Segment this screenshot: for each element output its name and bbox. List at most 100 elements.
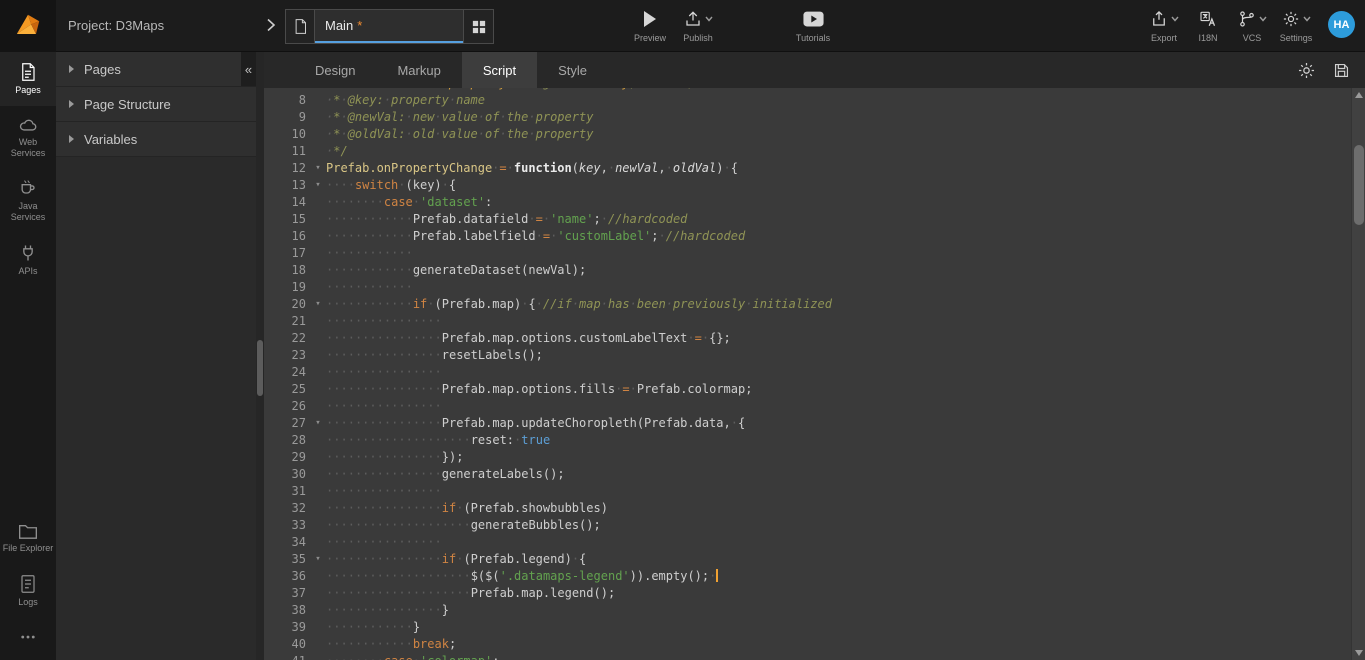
- code-line-26[interactable]: 26················: [264, 398, 1351, 415]
- file-explorer-icon: [18, 523, 38, 540]
- code-line-30[interactable]: 30················generateLabels();: [264, 466, 1351, 483]
- fold-arrow-icon[interactable]: ▾: [310, 177, 326, 194]
- code-line-22[interactable]: 22················Prefab.map.options.cus…: [264, 330, 1351, 347]
- code-line-35[interactable]: 35▾················if·(Prefab.legend)·{: [264, 551, 1351, 568]
- code-line-18[interactable]: 18············generateDataset(newVal);: [264, 262, 1351, 279]
- code-line-10[interactable]: 10·*·@oldVal:·old·value·of·the·property: [264, 126, 1351, 143]
- code-line-14[interactable]: 14········case·'dataset':: [264, 194, 1351, 211]
- code-text: ·*·@oldVal:·old·value·of·the·property: [326, 126, 593, 143]
- rail-item-web-services[interactable]: Web Services: [0, 106, 56, 169]
- tab-design[interactable]: Design: [294, 52, 376, 88]
- code-line-25[interactable]: 25················Prefab.map.options.fil…: [264, 381, 1351, 398]
- code-line-17[interactable]: 17············: [264, 245, 1351, 262]
- line-number: 21: [264, 313, 310, 330]
- page-file-icon[interactable]: [286, 10, 315, 43]
- code-text: ············Prefab.datafield·=·'name';·/…: [326, 211, 687, 228]
- editor-scrollbar-thumb[interactable]: [1354, 145, 1364, 225]
- code-line-8[interactable]: 8·*·@key:·property·name: [264, 92, 1351, 109]
- panel-section-page-structure[interactable]: Page Structure: [56, 87, 256, 122]
- line-number: 24: [264, 364, 310, 381]
- script-code-editor[interactable]: 7·*·called·when·a·property·changes·with·…: [264, 88, 1365, 660]
- code-line-16[interactable]: 16············Prefab.labelfield·=·'custo…: [264, 228, 1351, 245]
- tutorials-button[interactable]: Tutorials: [793, 8, 833, 43]
- dashboard-grid-icon[interactable]: [463, 10, 493, 43]
- rail-item-pages[interactable]: Pages: [0, 52, 56, 106]
- tab-script[interactable]: Script: [462, 52, 537, 88]
- fold-gutter-spacer: [310, 432, 326, 449]
- code-text: ················: [326, 534, 442, 551]
- code-line-38[interactable]: 38················}: [264, 602, 1351, 619]
- doc-tab-main[interactable]: Main *: [315, 10, 463, 43]
- tab-style[interactable]: Style: [537, 52, 608, 88]
- code-line-15[interactable]: 15············Prefab.datafield·=·'name';…: [264, 211, 1351, 228]
- fold-arrow-icon[interactable]: ▾: [310, 415, 326, 432]
- fold-gutter-spacer: [310, 381, 326, 398]
- scroll-down-arrow-icon[interactable]: [1355, 650, 1363, 656]
- vcs-button[interactable]: VCS: [1232, 8, 1272, 43]
- code-text: ····················$($('.datamaps-legen…: [326, 568, 718, 585]
- panel-section-pages[interactable]: Pages «: [56, 52, 256, 87]
- code-text: ····················generateBubbles();: [326, 517, 601, 534]
- chevron-down-icon: [1171, 16, 1179, 22]
- rail-item-java-services[interactable]: Java Services: [0, 168, 56, 233]
- code-line-19[interactable]: 19············: [264, 279, 1351, 296]
- rail-item-more[interactable]: [0, 618, 56, 656]
- code-line-41[interactable]: 41········case·'colormap':: [264, 653, 1351, 660]
- code-line-28[interactable]: 28····················reset:·true: [264, 432, 1351, 449]
- code-line-23[interactable]: 23················resetLabels();: [264, 347, 1351, 364]
- fold-gutter-spacer: [310, 279, 326, 296]
- code-line-40[interactable]: 40············break;: [264, 636, 1351, 653]
- fold-arrow-icon[interactable]: ▾: [310, 160, 326, 177]
- panel-section-label: Pages: [84, 62, 121, 77]
- save-icon[interactable]: [1332, 61, 1351, 80]
- i18n-button[interactable]: I18N: [1188, 8, 1228, 43]
- icon-rail-top-items: Pages Web Services Java ServicesAPIs: [0, 52, 56, 513]
- code-text: ················}: [326, 602, 449, 619]
- page-settings-gear-icon[interactable]: [1297, 61, 1316, 80]
- code-line-31[interactable]: 31················: [264, 483, 1351, 500]
- preview-button[interactable]: Preview: [630, 8, 670, 43]
- panel-scrollbar-thumb[interactable]: [257, 340, 263, 396]
- fold-gutter-spacer: [310, 347, 326, 364]
- rail-item-file-explorer[interactable]: File Explorer: [0, 513, 56, 564]
- editor-scrollbar[interactable]: [1351, 88, 1365, 660]
- rail-item-logs[interactable]: Logs: [0, 564, 56, 618]
- code-line-13[interactable]: 13▾····switch·(key)·{: [264, 177, 1351, 194]
- export-button[interactable]: Export: [1144, 8, 1184, 43]
- code-line-11[interactable]: 11·*/: [264, 143, 1351, 160]
- project-expand-chevron-icon[interactable]: [266, 18, 276, 32]
- line-number: 14: [264, 194, 310, 211]
- fold-arrow-icon[interactable]: ▾: [310, 551, 326, 568]
- code-line-21[interactable]: 21················: [264, 313, 1351, 330]
- code-line-37[interactable]: 37····················Prefab.map.legend(…: [264, 585, 1351, 602]
- fold-arrow-icon[interactable]: ▾: [310, 296, 326, 313]
- code-line-29[interactable]: 29················});: [264, 449, 1351, 466]
- code-line-33[interactable]: 33····················generateBubbles();: [264, 517, 1351, 534]
- code-line-27[interactable]: 27▾················Prefab.map.updateChor…: [264, 415, 1351, 432]
- panel-section-variables[interactable]: Variables: [56, 122, 256, 157]
- panel-scrollbar[interactable]: [256, 52, 264, 660]
- code-line-36[interactable]: 36····················$($('.datamaps-leg…: [264, 568, 1351, 585]
- code-text: ····················reset:·true: [326, 432, 550, 449]
- rail-item-apis[interactable]: APIs: [0, 233, 56, 287]
- code-line-9[interactable]: 9·*·@newVal:·new·value·of·the·property: [264, 109, 1351, 126]
- fold-gutter-spacer: [310, 517, 326, 534]
- code-line-32[interactable]: 32················if·(Prefab.showbubbles…: [264, 500, 1351, 517]
- fold-gutter-spacer: [310, 211, 326, 228]
- collapse-panel-button[interactable]: «: [241, 52, 256, 86]
- line-number: 20: [264, 296, 310, 313]
- settings-button[interactable]: Settings: [1276, 8, 1316, 43]
- code-line-39[interactable]: 39············}: [264, 619, 1351, 636]
- user-avatar[interactable]: HA: [1328, 11, 1355, 38]
- fold-gutter-spacer: [310, 262, 326, 279]
- chevron-down-icon: [705, 16, 713, 22]
- rail-item-label: Web Services: [2, 137, 54, 159]
- scroll-up-arrow-icon[interactable]: [1355, 92, 1363, 98]
- code-line-34[interactable]: 34················: [264, 534, 1351, 551]
- code-line-24[interactable]: 24················: [264, 364, 1351, 381]
- code-line-20[interactable]: 20▾············if·(Prefab.map)·{·//if·ma…: [264, 296, 1351, 313]
- code-line-12[interactable]: 12▾Prefab.onPropertyChange·=·function(ke…: [264, 160, 1351, 177]
- tab-markup[interactable]: Markup: [376, 52, 461, 88]
- publish-button[interactable]: Publish: [678, 8, 718, 43]
- app-logo[interactable]: [0, 0, 56, 52]
